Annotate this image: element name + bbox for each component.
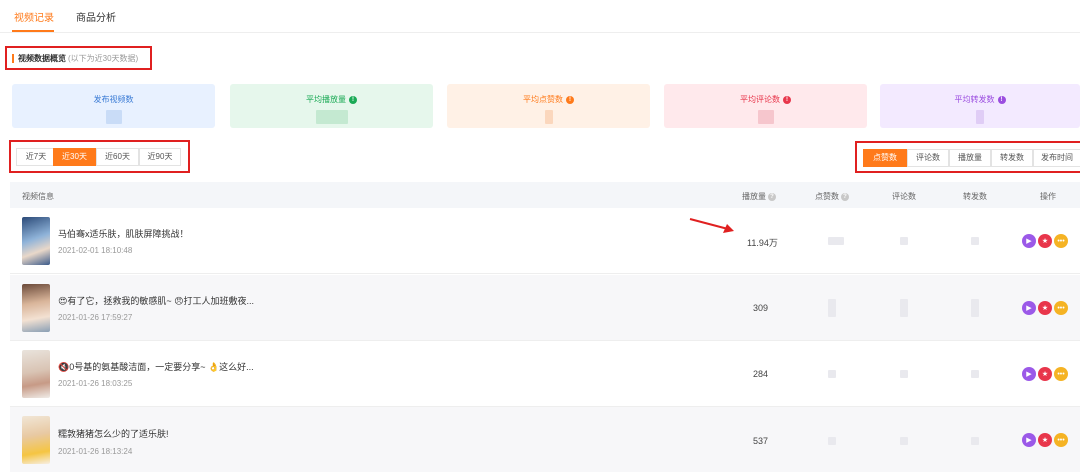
likes-masked <box>828 237 844 245</box>
play-icon[interactable]: ▶ <box>1022 301 1036 315</box>
tab-video-records[interactable]: 视频记录 <box>14 9 54 24</box>
video-publish-time: 2021-02-01 18:10:48 <box>58 246 133 255</box>
row-actions: ▶ ★ ••• <box>1022 433 1068 447</box>
period-7d-button[interactable]: 近7天 <box>16 148 56 166</box>
section-title: 视频数据概览 <box>18 53 66 63</box>
stat-value-masked <box>757 110 774 124</box>
table-row[interactable]: 🔇0号基的氨基酸洁面，一定要分享~ 👌这么好... 2021-01-26 18:… <box>10 341 1080 407</box>
plays-value: 537 <box>753 436 769 446</box>
star-icon[interactable]: ★ <box>1038 367 1052 381</box>
stat-value-masked <box>315 110 348 124</box>
stat-label: 发布视频数 <box>93 95 134 104</box>
play-icon[interactable]: ▶ <box>1022 433 1036 447</box>
tab-product-analysis[interactable]: 商品分析 <box>76 9 116 24</box>
period-30d-button[interactable]: 近30天 <box>53 148 96 166</box>
table-row[interactable]: 糯敦猪猪怎么少的了适乐肤! 2021-01-26 18:13:24 537 ▶ … <box>10 407 1080 472</box>
star-icon[interactable]: ★ <box>1038 234 1052 248</box>
stat-label: 平均播放量 <box>306 95 346 104</box>
play-icon[interactable]: ▶ <box>1022 234 1036 248</box>
sort-publish-time-button[interactable]: 发布时间 <box>1033 149 1080 167</box>
period-selector: 近7天 近30天 近60天 近90天 <box>9 140 190 173</box>
section-accent-bar <box>12 53 14 63</box>
info-icon[interactable]: ? <box>768 192 776 201</box>
stat-value-masked <box>105 110 122 124</box>
shares-masked <box>971 299 979 317</box>
info-icon[interactable]: ! <box>783 95 791 104</box>
play-icon[interactable]: ▶ <box>1022 367 1036 381</box>
video-thumbnail[interactable] <box>22 284 50 332</box>
stat-card-avg-comments: 平均评论数 ! <box>664 84 867 128</box>
comments-masked <box>900 370 908 378</box>
more-icon[interactable]: ••• <box>1054 367 1068 381</box>
info-icon[interactable]: ! <box>349 95 357 104</box>
video-title[interactable]: 😍有了它，拯救我的敏感肌~ 😠打工人加班敷夜... <box>58 294 254 307</box>
video-title[interactable]: 马伯骞x适乐肤，肌肤屏障挑战！ <box>58 227 189 240</box>
video-thumbnail[interactable] <box>22 350 50 398</box>
more-icon[interactable]: ••• <box>1054 433 1068 447</box>
table-row[interactable]: 😍有了它，拯救我的敏感肌~ 😠打工人加班敷夜... 2021-01-26 17:… <box>10 275 1080 341</box>
stat-card-avg-likes: 平均点赞数 ! <box>447 84 650 128</box>
video-publish-time: 2021-01-26 18:13:24 <box>58 447 133 456</box>
th-video-info: 视频信息 <box>22 192 54 201</box>
video-title[interactable]: 🔇0号基的氨基酸洁面，一定要分享~ 👌这么好... <box>58 360 254 373</box>
comments-masked <box>900 299 908 317</box>
shares-masked <box>971 437 979 445</box>
annotation-arrow-icon <box>689 218 734 233</box>
likes-masked <box>828 370 836 378</box>
stat-value-masked <box>976 110 984 124</box>
active-tab-indicator <box>12 30 54 32</box>
comments-masked <box>900 237 908 245</box>
th-plays[interactable]: 播放量? <box>742 191 776 202</box>
th-ops: 操作 <box>1040 192 1056 201</box>
likes-masked <box>828 299 836 317</box>
plays-value: 284 <box>753 369 769 379</box>
shares-masked <box>971 237 979 245</box>
sort-shares-button[interactable]: 转发数 <box>991 149 1033 167</box>
row-actions: ▶ ★ ••• <box>1022 367 1068 381</box>
sort-comments-button[interactable]: 评论数 <box>907 149 949 167</box>
top-tabs: 视频记录 商品分析 <box>0 0 1080 33</box>
star-icon[interactable]: ★ <box>1038 301 1052 315</box>
stat-label: 平均点赞数 <box>523 95 563 104</box>
stat-label: 平均转发数 <box>954 95 995 104</box>
stat-card-avg-plays: 平均播放量 ! <box>230 84 433 128</box>
stat-card-avg-shares: 平均转发数 ! <box>880 84 1080 128</box>
video-title[interactable]: 糯敦猪猪怎么少的了适乐肤! <box>58 427 169 440</box>
th-shares: 转发数 <box>963 192 987 201</box>
video-publish-time: 2021-01-26 17:59:27 <box>58 313 133 322</box>
stat-label: 平均评论数 <box>740 95 780 104</box>
more-icon[interactable]: ••• <box>1054 234 1068 248</box>
info-icon[interactable]: ! <box>566 95 574 104</box>
info-icon[interactable]: ! <box>997 95 1006 104</box>
sort-likes-button[interactable]: 点赞数 <box>863 149 907 167</box>
stat-card-published: 发布视频数 <box>12 84 215 128</box>
video-publish-time: 2021-01-26 18:03:25 <box>58 379 133 388</box>
plays-value: 309 <box>753 303 769 313</box>
stat-value-masked <box>544 110 553 124</box>
sort-plays-button[interactable]: 播放量 <box>949 149 991 167</box>
row-actions: ▶ ★ ••• <box>1022 301 1068 315</box>
period-90d-button[interactable]: 近90天 <box>139 148 181 166</box>
star-icon[interactable]: ★ <box>1038 433 1052 447</box>
info-icon[interactable]: ? <box>841 192 849 201</box>
video-thumbnail[interactable] <box>22 217 50 265</box>
table-row[interactable]: 马伯骞x适乐肤，肌肤屏障挑战！ 2021-02-01 18:10:48 11.9… <box>10 208 1080 274</box>
th-comments: 评论数 <box>892 192 916 201</box>
section-subtitle: (以下为近30天数据) <box>68 53 139 63</box>
th-likes[interactable]: 点赞数? <box>815 191 849 202</box>
row-actions: ▶ ★ ••• <box>1022 234 1068 248</box>
comments-masked <box>900 437 908 445</box>
likes-masked <box>828 437 836 445</box>
section-heading: 视频数据概览 (以下为近30天数据) <box>5 46 152 70</box>
shares-masked <box>971 370 979 378</box>
more-icon[interactable]: ••• <box>1054 301 1068 315</box>
video-thumbnail[interactable] <box>22 416 50 464</box>
table-header: 视频信息 播放量? 点赞数? 评论数 转发数 操作 <box>10 182 1080 208</box>
plays-value: 11.94万 <box>747 238 778 248</box>
sort-selector: 点赞数 评论数 播放量 转发数 发布时间 <box>855 141 1080 173</box>
row-divider <box>10 273 1080 274</box>
period-60d-button[interactable]: 近60天 <box>96 148 139 166</box>
